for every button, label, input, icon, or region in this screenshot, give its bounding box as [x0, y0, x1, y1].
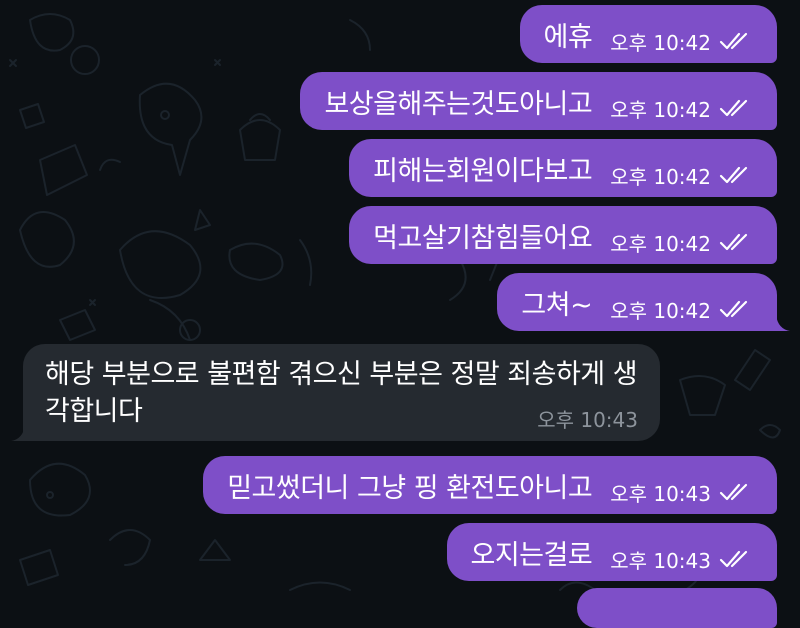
- outgoing-message[interactable]: 그쳐~ 오후 10:42: [497, 273, 790, 331]
- message-time: 오후 10:42: [610, 97, 711, 122]
- double-check-icon: [719, 483, 748, 501]
- message-meta: 오후 10:43: [610, 478, 753, 507]
- message-text: 믿고썼더니 그냥 핑 환전도아니고: [227, 472, 593, 504]
- outgoing-message[interactable]: 오지는걸로 오후 10:43: [446, 523, 777, 581]
- outgoing-message[interactable]: 먹고살기참힘들어요 오후 10:42: [349, 206, 777, 264]
- message-text: 그쳐~: [521, 289, 593, 321]
- message-list[interactable]: 에휴 오후 10:42 보상을해주는것도아니고 오후 10:42 피해는회원이다…: [0, 0, 800, 628]
- message-time: 오후 10:42: [610, 231, 711, 256]
- message-meta: 오후 10:43: [610, 545, 753, 574]
- double-check-icon: [719, 550, 748, 568]
- double-check-icon: [719, 32, 748, 50]
- message-text: 피해는회원이다보고: [373, 155, 593, 187]
- message-time: 오후 10:42: [610, 298, 711, 323]
- message-time: 오후 10:43: [610, 481, 711, 506]
- outgoing-message[interactable]: 믿고썼더니 그냥 핑 환전도아니고 오후 10:43: [203, 456, 777, 514]
- outgoing-message[interactable]: 보상을해주는것도아니고 오후 10:42: [300, 72, 777, 130]
- message-meta: 오후 10:42: [610, 161, 753, 190]
- double-check-icon: [719, 300, 748, 318]
- message-time: 오후 10:42: [610, 164, 711, 189]
- incoming-message[interactable]: 해당 부분으로 불편함 겪으신 부분은 정말 죄송하게 생각합니다 오후 10:…: [11, 344, 660, 441]
- outgoing-message[interactable]: 피해는회원이다보고 오후 10:42: [349, 139, 777, 197]
- double-check-icon: [719, 166, 748, 184]
- outgoing-message[interactable]: 에휴 오후 10:42: [519, 5, 777, 63]
- message-time: 오후 10:43: [537, 408, 638, 432]
- message-text: 오지는걸로: [470, 539, 593, 571]
- message-time: 오후 10:43: [610, 548, 711, 573]
- message-time: 오후 10:42: [610, 30, 711, 55]
- message-text: 먹고살기참힘들어요: [373, 222, 593, 254]
- double-check-icon: [719, 233, 748, 251]
- bubble-tail: [11, 425, 25, 441]
- message-meta: 오후 10:42: [610, 94, 753, 123]
- message-text: 보상을해주는것도아니고: [324, 88, 593, 120]
- bubble-tail: [776, 315, 790, 331]
- double-check-icon: [719, 99, 748, 117]
- message-text: 에휴: [543, 21, 593, 53]
- outgoing-message-partial[interactable]: [577, 588, 777, 628]
- message-meta: 오후 10:42: [610, 27, 753, 56]
- message-meta: 오후 10:42: [610, 228, 753, 257]
- message-meta: 오후 10:42: [610, 295, 753, 324]
